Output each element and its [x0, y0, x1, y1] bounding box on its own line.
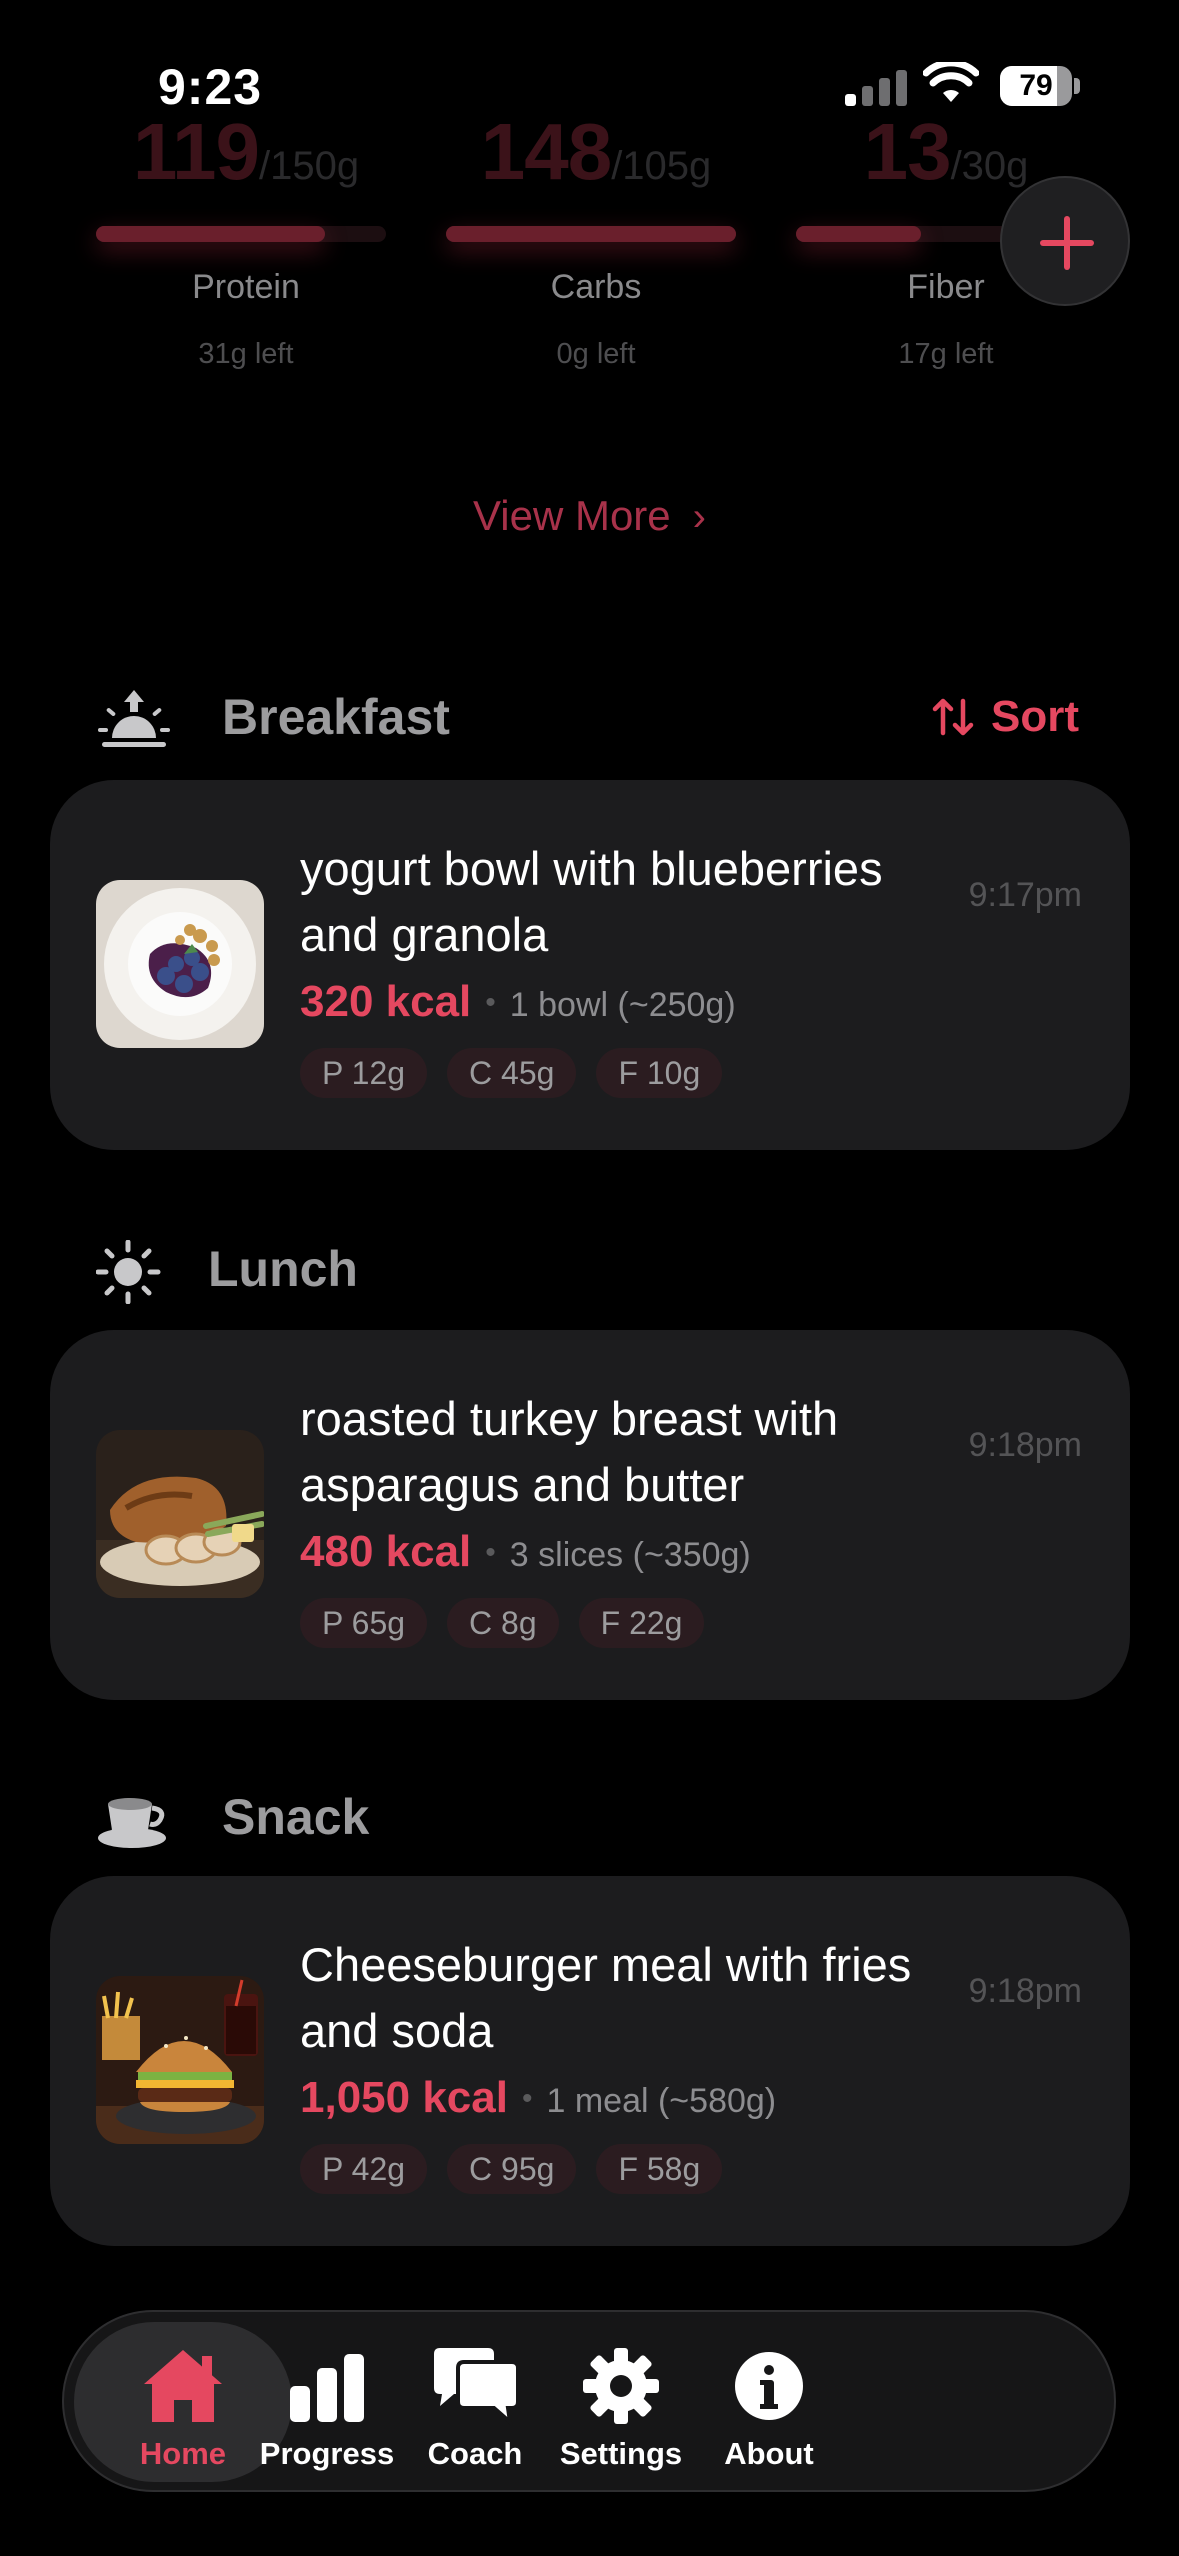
macro-chip: C 95g	[447, 2144, 577, 2194]
separator-dot: •	[485, 986, 496, 1019]
macro-chips: P 12g C 45g F 10g	[300, 1048, 742, 1100]
bar-chart-icon	[278, 2346, 376, 2426]
macro-chips: P 42g C 95g F 58g	[300, 2144, 742, 2196]
tab-label: About	[724, 2436, 814, 2471]
macro-chip: F 22g	[578, 1598, 705, 1648]
macro-chip: F 58g	[596, 2144, 723, 2194]
status-time: 9:23	[158, 59, 263, 115]
chat-bubbles-icon	[426, 2346, 524, 2428]
food-calories: 480 kcal	[300, 1527, 472, 1576]
macro-remaining: 17g left	[898, 338, 994, 370]
macro-chip: P 65g	[300, 1598, 428, 1648]
section-title: Snack	[222, 1789, 370, 1845]
separator-dot: •	[521, 2082, 533, 2115]
battery-icon: 79	[1000, 66, 1072, 106]
food-time: 9:18pm	[968, 1426, 1082, 1464]
food-title: roasted turkey breast with asparagus and…	[300, 1392, 839, 1511]
macro-chip: P 12g	[300, 1048, 428, 1098]
section-header-lunch: Lunch	[0, 1232, 1179, 1312]
sort-arrows-icon	[932, 698, 974, 736]
coffee-cup-icon	[96, 1788, 172, 1852]
food-portion: 3 slices (~350g)	[509, 1536, 751, 1574]
food-title: Cheeseburger meal with fries and soda	[300, 1938, 912, 2057]
food-entry-card[interactable]: yogurt bowl with blueberries and granola…	[50, 780, 1130, 1150]
gear-icon	[572, 2346, 670, 2426]
sunrise-icon	[96, 688, 172, 752]
sun-icon	[95, 1239, 172, 1305]
food-photo	[96, 880, 264, 1048]
section-header-snack: Snack	[0, 1780, 1179, 1860]
food-portion: 1 meal (~580g)	[546, 2082, 777, 2120]
food-calories: 320 kcal	[300, 977, 472, 1026]
macro-remaining: 31g left	[198, 338, 294, 370]
add-food-button[interactable]	[1000, 176, 1130, 306]
macro-progress-fill	[796, 226, 921, 242]
tab-about[interactable]: About	[660, 2322, 878, 2482]
food-entry-card[interactable]: Cheeseburger meal with fries and soda 9:1…	[50, 1876, 1130, 2246]
macro-goal: /105g	[611, 144, 712, 188]
section-header-breakfast: Breakfast Sort	[0, 680, 1179, 760]
bottom-tab-bar: Home Progress Coach Settings About	[62, 2310, 1116, 2492]
macro-chip: C 45g	[447, 1048, 577, 1098]
status-bar: 9:23 79	[0, 0, 1179, 150]
macro-goal: /150g	[258, 144, 360, 188]
section-title: Lunch	[208, 1241, 358, 1297]
section-title: Breakfast	[222, 689, 450, 745]
macro-label: Protein	[192, 268, 300, 306]
chevron-right-icon: ›	[692, 495, 706, 539]
sort-label: Sort	[991, 692, 1079, 741]
food-title: yogurt bowl with blueberries and granola	[300, 842, 883, 961]
macro-chips: P 65g C 8g F 22g	[300, 1598, 724, 1650]
info-icon	[720, 2346, 818, 2426]
food-entry-card[interactable]: roasted turkey breast with asparagus and…	[50, 1330, 1130, 1700]
food-photo	[96, 1430, 264, 1598]
macro-progress-fill	[446, 226, 736, 242]
cellular-signal-icon	[845, 68, 907, 106]
food-time: 9:17pm	[968, 876, 1082, 914]
sort-button[interactable]: Sort	[931, 692, 1079, 742]
food-photo	[96, 1976, 264, 2144]
view-more-label: View More	[473, 492, 671, 539]
food-calories: 1,050 kcal	[300, 2073, 508, 2122]
macro-chip: P 42g	[300, 2144, 428, 2194]
macro-goal: /30g	[950, 144, 1029, 188]
wifi-icon	[923, 62, 979, 102]
macro-remaining: 0g left	[556, 338, 636, 370]
macro-chip: F 10g	[596, 1048, 723, 1098]
macro-label: Carbs	[550, 268, 642, 306]
macro-progress-fill	[96, 226, 325, 242]
view-more-link[interactable]: View More ›	[0, 492, 1179, 540]
food-portion: 1 bowl (~250g)	[509, 986, 736, 1024]
battery-level: 79	[1019, 69, 1053, 102]
macro-chip: C 8g	[447, 1598, 559, 1648]
food-time: 9:18pm	[968, 1972, 1082, 2010]
separator-dot: •	[485, 1536, 496, 1569]
